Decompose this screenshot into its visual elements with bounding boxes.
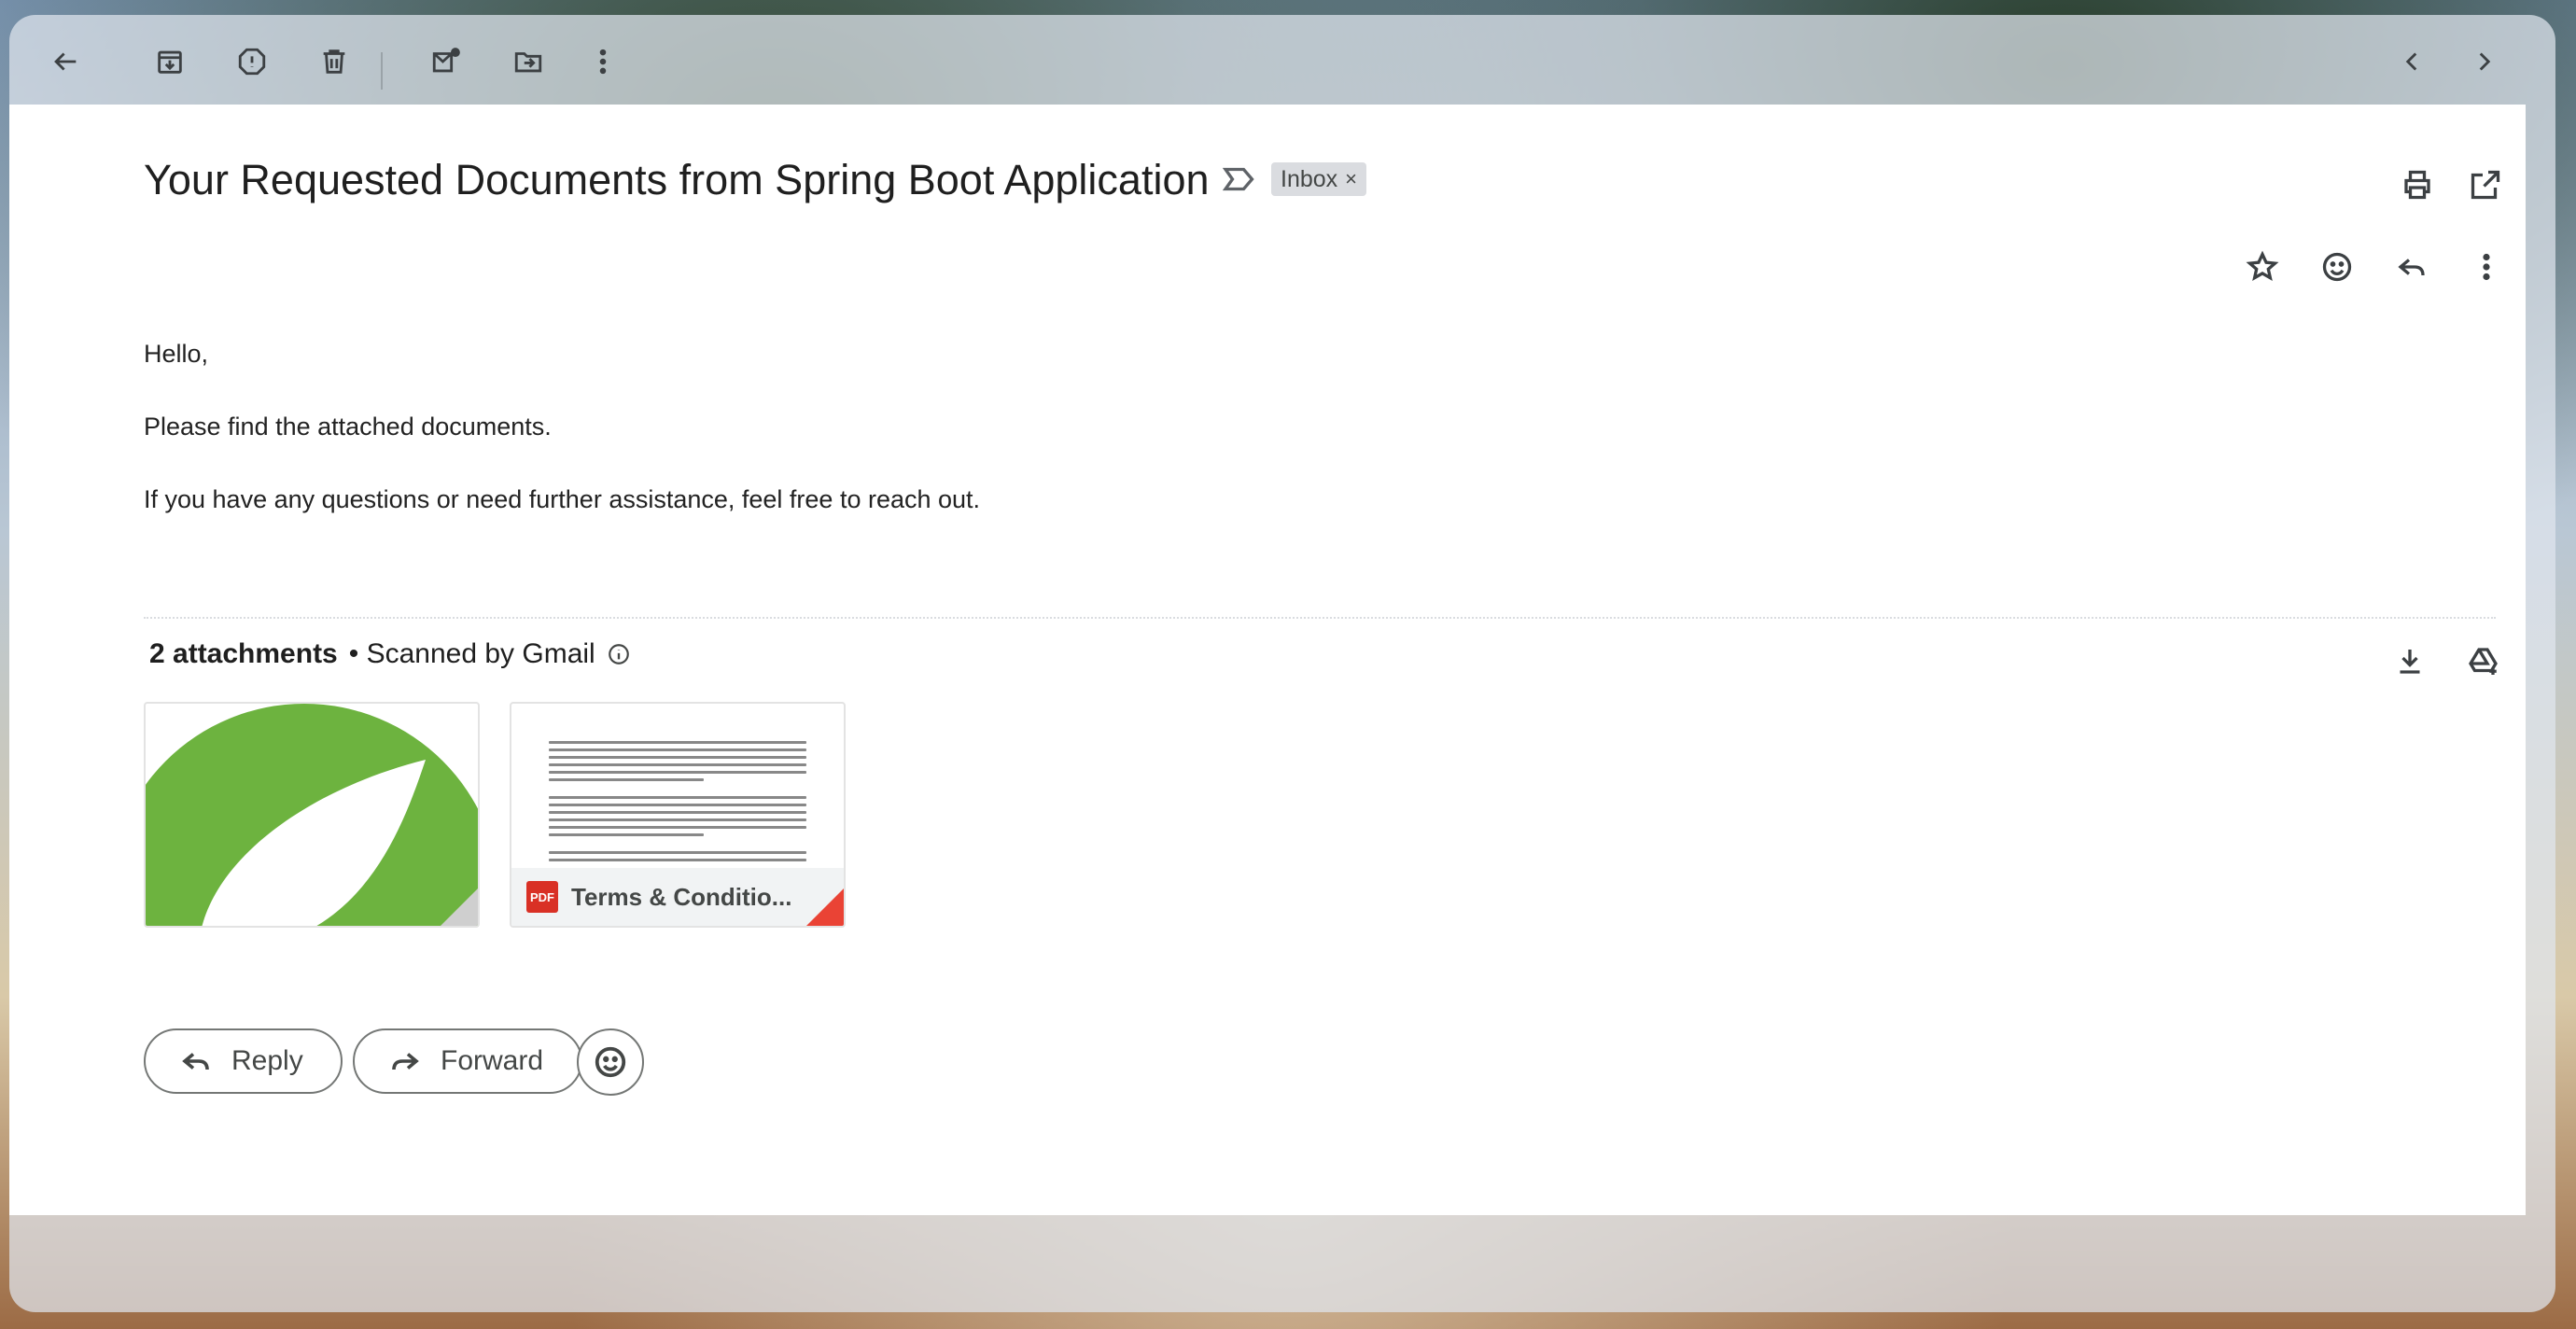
info-icon[interactable] [607,642,631,666]
star-button[interactable] [2236,241,2289,293]
body-greeting: Hello, [144,340,209,368]
move-to-folder-icon [514,52,542,73]
back-button[interactable] [41,37,90,86]
forward-button[interactable]: Forward [353,1028,583,1094]
email-content: Your Requested Documents from Spring Boo… [9,105,2526,1215]
mail-unread-icon [432,48,460,73]
attachments-header: 2 attachments • Scanned by Gmail [149,638,631,670]
react-emoji-button[interactable] [577,1028,644,1096]
thumb-corner [441,888,478,926]
delete-button[interactable] [310,37,358,86]
chevron-left-icon [2405,52,2417,71]
pdf-filename: Terms & Conditio... [571,882,792,911]
body-line-2: If you have any questions or need furthe… [144,485,981,513]
report-spam-button[interactable] [228,37,276,86]
archive-icon [158,50,182,74]
add-reaction-button[interactable] [2311,241,2363,293]
email-subject: Your Requested Documents from Spring Boo… [144,156,1210,203]
attachment-image[interactable] [144,702,480,928]
inbox-label-text: Inbox [1281,165,1338,192]
pdf-corner [806,888,844,926]
forward-icon [392,1053,419,1070]
reply-icon [182,1053,209,1070]
toolbar [9,15,2555,105]
trash-icon [323,49,345,74]
label-arrow-icon [1222,167,1254,191]
attachments-count: 2 attachments [149,638,338,669]
attachments-divider [144,617,2496,619]
print-button[interactable] [2391,159,2443,211]
drive-add-icon [2469,648,2498,675]
download-icon [2400,650,2420,674]
open-new-window-button[interactable] [2459,159,2512,211]
more-vert-icon [599,49,607,75]
attachment-pdf[interactable]: PDF Terms & Conditio... [510,702,846,928]
reply-icon [2398,259,2425,276]
emoji-icon [595,1046,626,1078]
importance-marker[interactable] [1222,164,1260,196]
newer-email-button[interactable] [2387,37,2436,86]
toolbar-divider [381,52,383,90]
pdf-icon: PDF [526,881,558,913]
reply-button[interactable]: Reply [144,1028,343,1094]
chevron-right-icon [2479,52,2491,71]
forward-label: Forward [441,1045,544,1076]
scanned-by-gmail: • Scanned by Gmail [348,638,595,669]
print-icon [2404,170,2430,200]
more-vert-icon [2483,253,2490,281]
reply-icon-button[interactable] [2386,241,2438,293]
arrow-left-icon [54,52,77,71]
add-to-drive-button[interactable] [2458,635,2511,687]
email-window: Your Requested Documents from Spring Boo… [9,15,2555,1312]
move-to-button[interactable] [504,37,553,86]
remove-label-button[interactable]: × [1345,167,1357,191]
more-options-button[interactable] [579,37,627,86]
archive-button[interactable] [146,37,194,86]
spring-leaf-logo-icon [146,704,478,926]
pdf-filename-bar: PDF Terms & Conditio... [511,868,844,926]
open-in-new-icon [2471,170,2500,200]
reply-label: Reply [231,1045,303,1076]
body-line-1: Please find the attached documents. [144,413,552,441]
report-spam-icon [238,48,266,76]
mark-unread-button[interactable] [422,37,470,86]
emoji-icon [2322,252,2352,282]
pdf-preview-text [549,741,806,876]
message-more-button[interactable] [2460,241,2513,293]
download-all-button[interactable] [2384,635,2436,687]
inbox-label-chip: Inbox × [1271,162,1367,196]
star-icon [2246,250,2279,281]
older-email-button[interactable] [2460,37,2509,86]
